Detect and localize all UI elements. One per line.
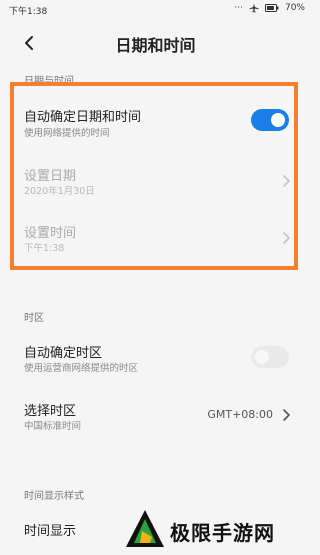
highlight-box: [10, 82, 298, 270]
select-timezone-title: 选择时区: [24, 404, 77, 419]
more-dots-icon: ···: [234, 3, 243, 13]
auto-timezone-title: 自动确定时区: [24, 346, 103, 361]
watermark-text: 极限手游网: [170, 521, 275, 545]
status-time: 下午1:38: [9, 7, 48, 17]
section-header-timezone: 时区: [24, 313, 44, 324]
time-display-title: 时间显示: [24, 524, 77, 539]
chevron-right-icon: [283, 409, 290, 421]
battery-percent: 70%: [284, 3, 305, 13]
toggle-knob: [255, 350, 269, 364]
airplane-icon: [249, 3, 259, 13]
section-header-time-format: 时间显示样式: [24, 491, 84, 502]
select-timezone-row[interactable]: 选择时区 中国标准时间 GMT+08:00: [0, 398, 311, 438]
watermark: 极限手游网: [118, 505, 311, 555]
auto-timezone-toggle[interactable]: [251, 346, 289, 368]
nav-bar: 日期和时间: [0, 24, 311, 64]
status-bar: 下午1:38 ··· 70%: [0, 0, 311, 18]
auto-timezone-subtitle: 使用运营商网络提供的时区: [24, 363, 139, 374]
battery-icon: [264, 4, 279, 12]
page-title: 日期和时间: [115, 36, 196, 55]
timezone-value: GMT+08:00: [207, 408, 273, 421]
auto-timezone-row[interactable]: 自动确定时区 使用运营商网络提供的时区: [0, 338, 311, 378]
watermark-logo: [126, 510, 164, 547]
select-timezone-subtitle: 中国标准时间: [24, 421, 82, 432]
status-icons: ··· 70%: [234, 3, 305, 13]
